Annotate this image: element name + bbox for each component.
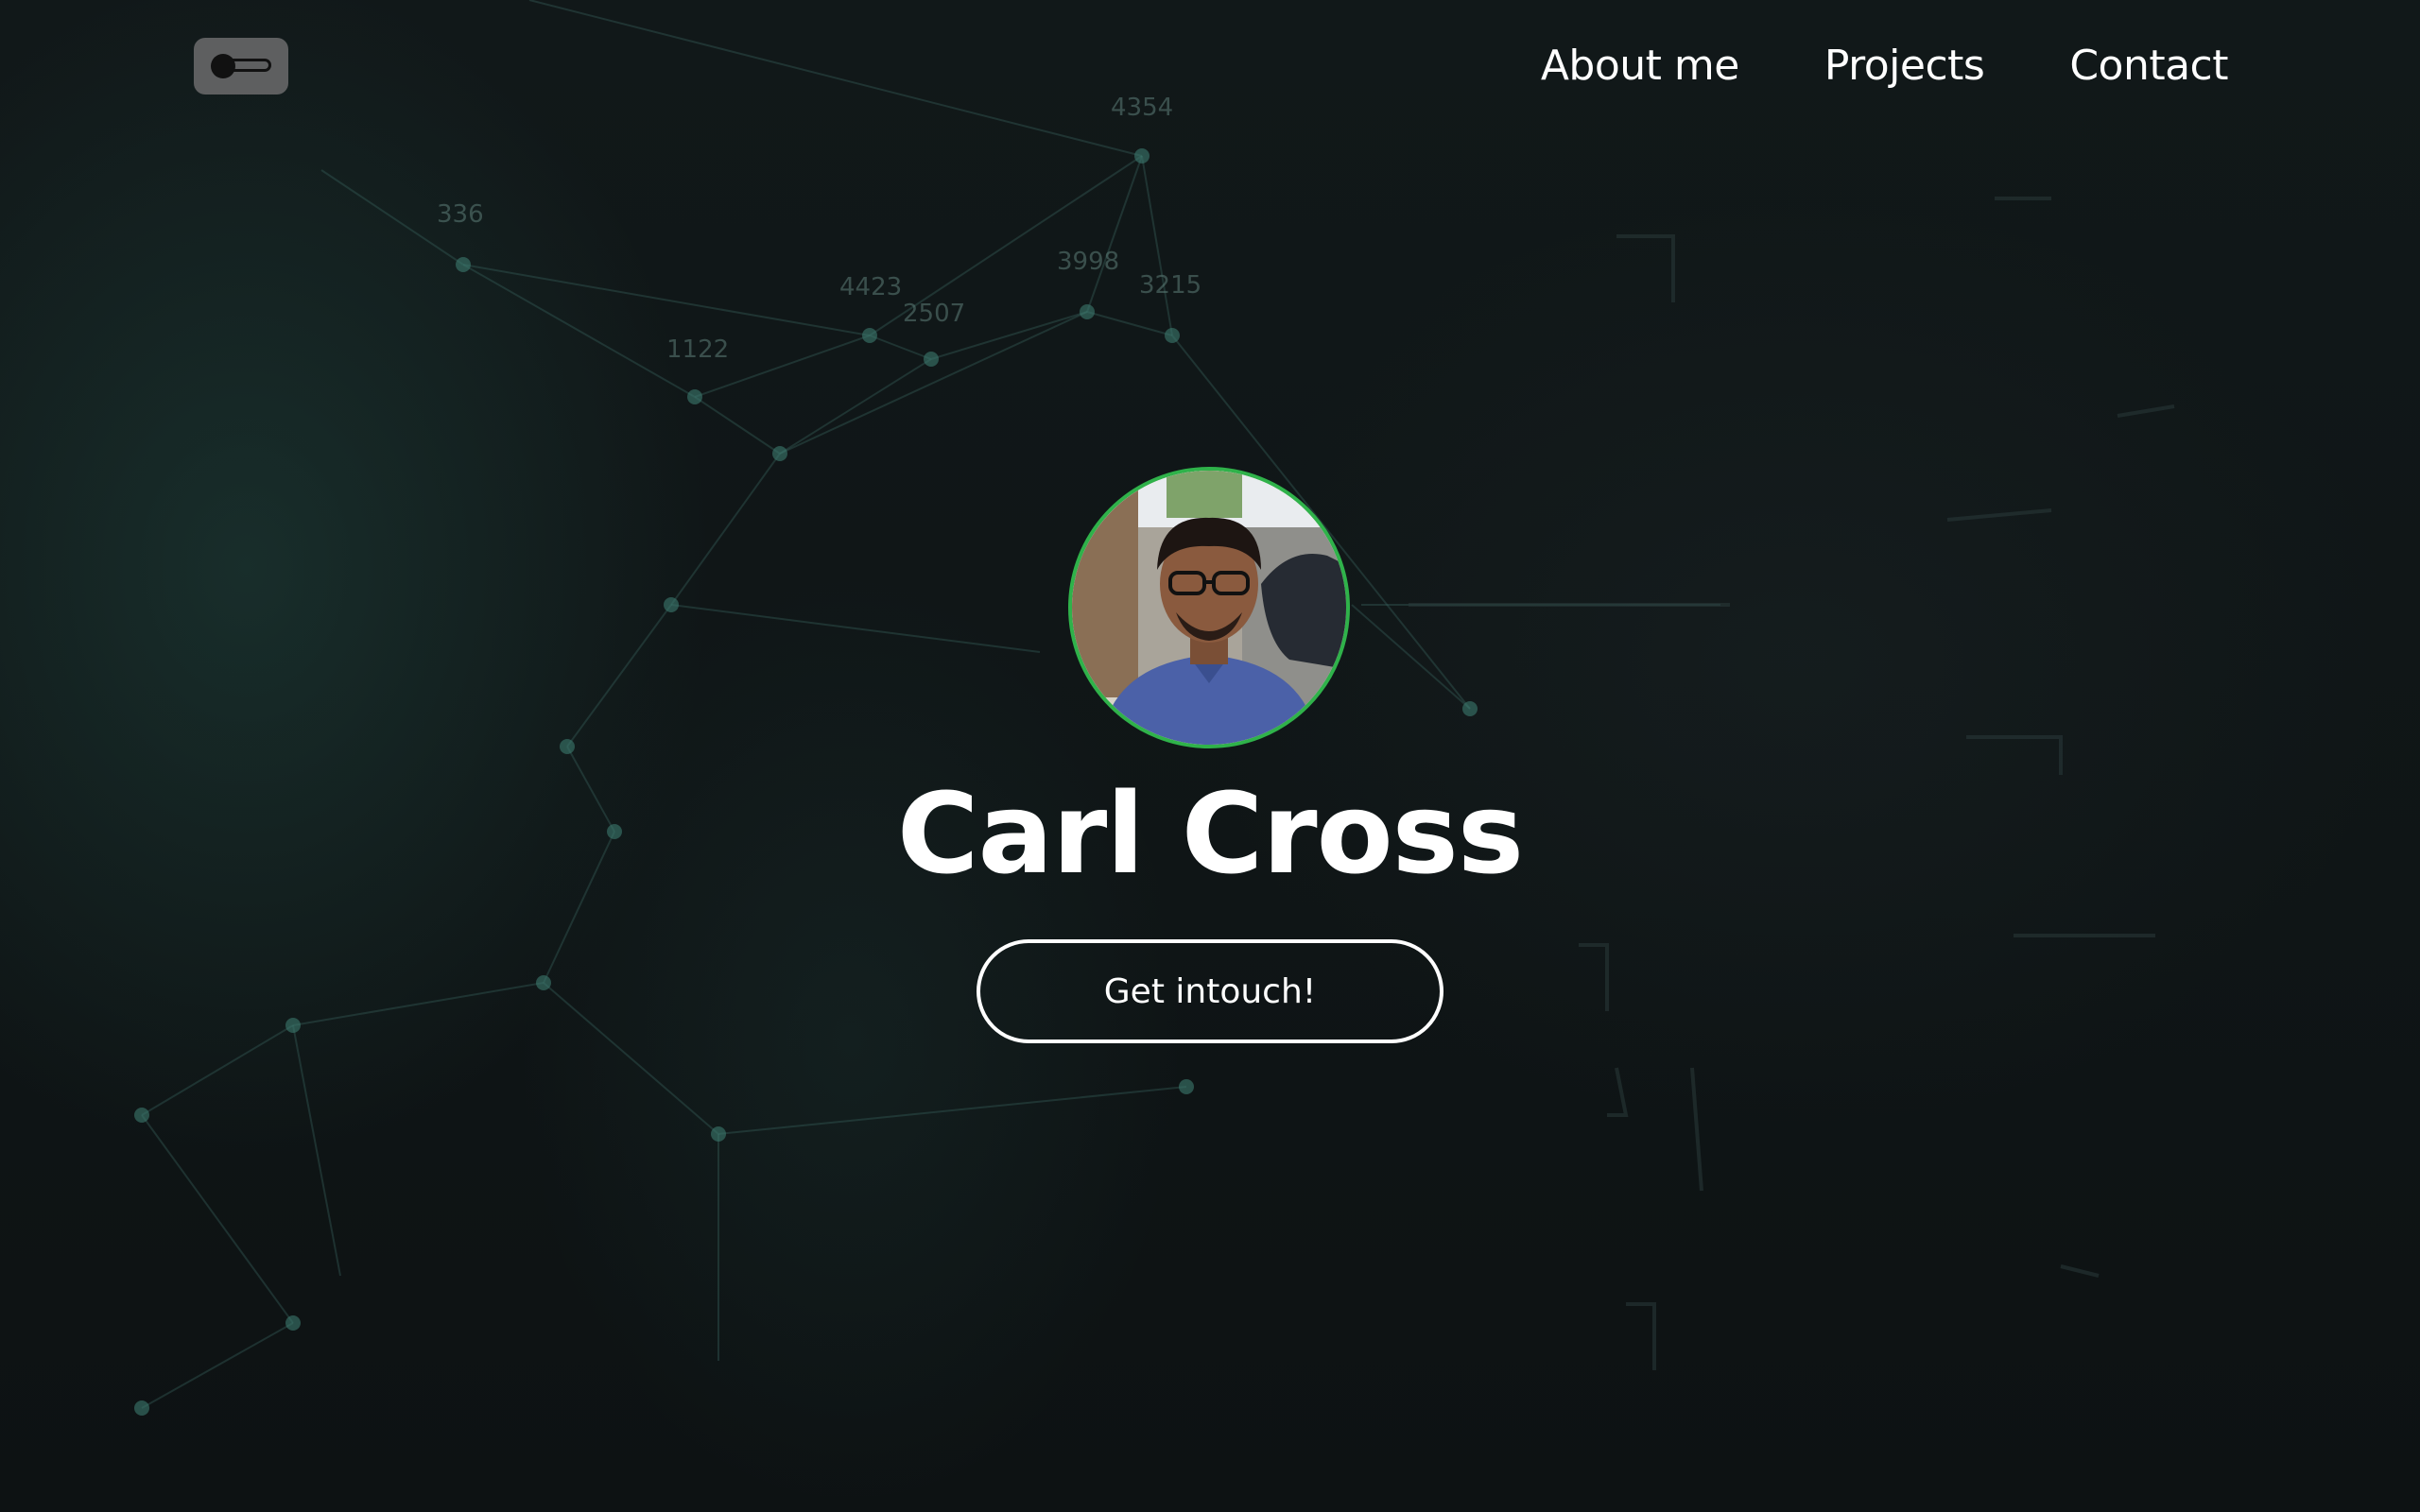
hero-name: Carl Cross — [896, 768, 1524, 899]
avatar — [1068, 467, 1350, 748]
bg-number: 2507 — [903, 300, 965, 328]
bg-number: 1122 — [666, 335, 729, 364]
bg-number: 3998 — [1057, 248, 1119, 276]
toggle-track — [228, 59, 271, 72]
bg-number: 3215 — [1139, 271, 1201, 300]
profile-photo — [1072, 471, 1346, 745]
nav-link-projects[interactable]: Projects — [1824, 36, 1985, 96]
bg-number: 336 — [437, 200, 484, 229]
theme-toggle-button[interactable] — [194, 38, 288, 94]
main-nav: About me Projects Contact — [1541, 36, 2229, 96]
bg-number: 4423 — [839, 273, 902, 301]
nav-link-contact[interactable]: Contact — [2069, 36, 2228, 96]
nav-link-about-me[interactable]: About me — [1541, 36, 1740, 96]
landing-page: 4354 336 3998 3215 4423 2507 1122 About … — [0, 0, 2420, 1512]
network-background: 4354 336 3998 3215 4423 2507 1122 — [134, 0, 2175, 1416]
bg-number: 4354 — [1111, 94, 1173, 122]
get-in-touch-button[interactable]: Get intouch! — [977, 939, 1443, 1043]
